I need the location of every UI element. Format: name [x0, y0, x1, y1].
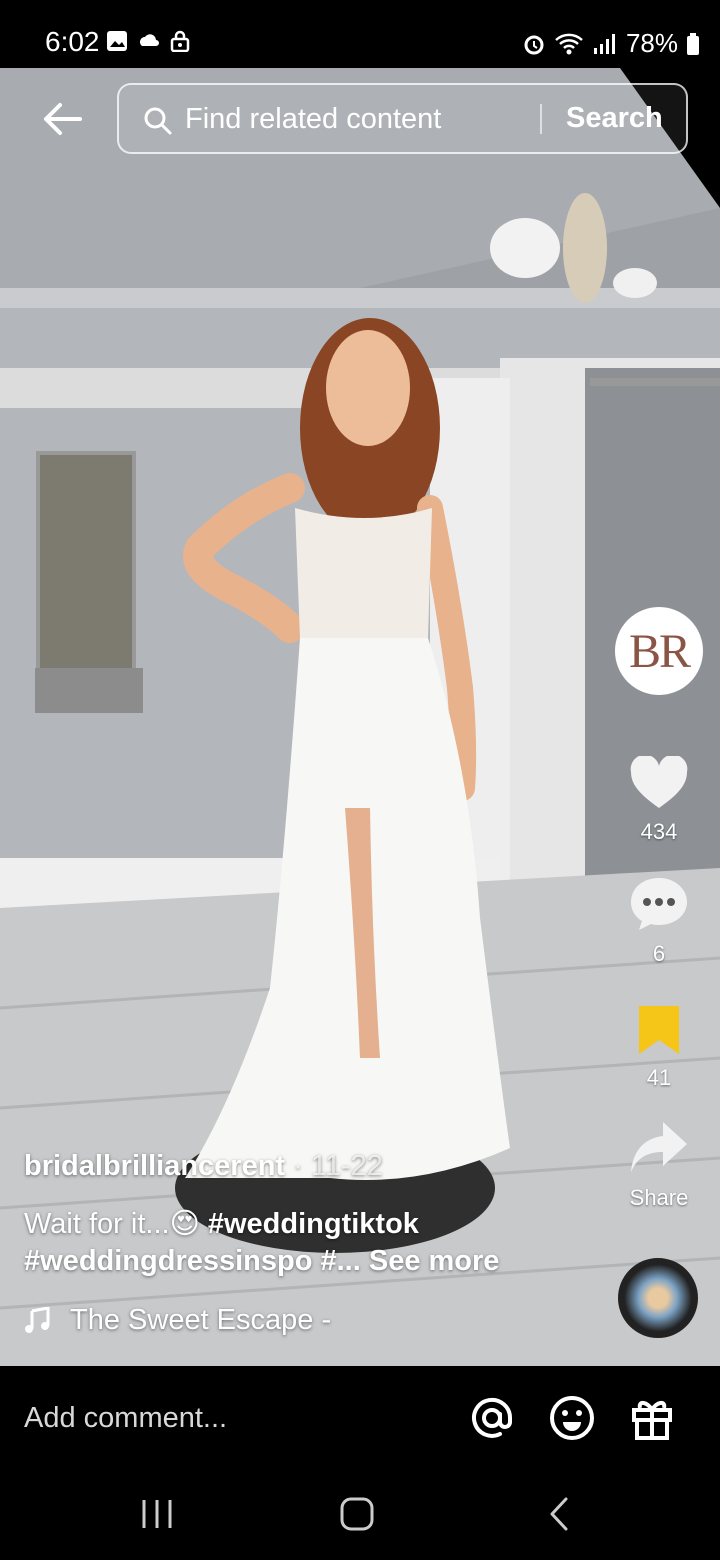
post-caption-line-1: Wait for it...😍 #weddingtiktok [24, 1206, 419, 1241]
hashtag-weddingtiktok[interactable]: #weddingtiktok [200, 1208, 419, 1240]
share-button[interactable]: Share [614, 1120, 704, 1211]
heart-eyes-emoji-icon: 😍 [169, 1208, 200, 1240]
search-bar[interactable]: Find related content Search [117, 83, 688, 154]
status-system-icons: 78% [522, 28, 700, 59]
comment-bubble-icon [631, 878, 687, 930]
alarm-icon [524, 35, 544, 54]
comment-input[interactable]: Add comment... [24, 1402, 227, 1435]
music-disc-avatar[interactable] [618, 1258, 698, 1338]
share-arrow-icon [631, 1122, 687, 1172]
like-count: 434 [640, 819, 678, 844]
search-input[interactable]: Find related content [185, 103, 441, 136]
share-label: Share [629, 1185, 689, 1210]
like-button[interactable]: 434 [614, 754, 704, 845]
gift-icon[interactable] [628, 1394, 676, 1442]
video-player[interactable]: bridalbrilliancerent · 11-22 Wait for it… [0, 68, 720, 1366]
home-icon[interactable] [332, 1494, 382, 1534]
search-divider [540, 104, 542, 134]
battery-percent: 78% [625, 28, 678, 58]
post-date: · 11-22 [285, 1150, 383, 1182]
gallery-icon [107, 31, 127, 51]
signal-icon [593, 33, 615, 54]
caption-text: Wait for it... [24, 1208, 170, 1240]
recent-apps-icon[interactable] [132, 1494, 182, 1534]
emoji-icon[interactable] [548, 1394, 596, 1442]
comment-count: 6 [652, 941, 666, 966]
favorite-button[interactable]: 41 [614, 1004, 704, 1091]
music-title[interactable]: The Sweet Escape - [70, 1304, 331, 1337]
mention-icon[interactable] [468, 1394, 516, 1442]
username-text[interactable]: bridalbrilliancerent [24, 1150, 285, 1182]
battery-icon [687, 32, 699, 55]
system-navigation-bar [0, 1476, 720, 1560]
see-more-link[interactable]: See more [361, 1245, 500, 1277]
creator-avatar-text: BR [628, 624, 691, 678]
lock-icon [170, 30, 190, 52]
bookmark-icon [639, 1006, 679, 1054]
comment-button[interactable]: 6 [614, 876, 704, 967]
music-note-icon [25, 1306, 50, 1333]
back-arrow-icon[interactable] [40, 97, 84, 141]
favorite-count: 41 [646, 1065, 672, 1090]
heart-icon [630, 754, 688, 808]
search-icon [144, 107, 172, 135]
music-row[interactable]: The Sweet Escape - [24, 1304, 331, 1337]
search-button[interactable]: Search [566, 102, 663, 135]
status-time: 6:02 [45, 26, 100, 57]
hashtag-weddingdressinspo[interactable]: #weddingdressinspo #... [24, 1245, 361, 1277]
back-nav-icon[interactable] [534, 1494, 584, 1534]
status-bar: 6:02 78% [0, 0, 720, 68]
creator-avatar[interactable]: BR [615, 607, 703, 695]
status-notification-icons [106, 30, 190, 52]
comment-bar: Add comment... [0, 1366, 720, 1476]
cloud-icon [140, 34, 159, 46]
wifi-icon [555, 33, 583, 54]
post-caption-line-2: #weddingdressinspo #... See more [24, 1245, 499, 1278]
post-username[interactable]: bridalbrilliancerent · 11-22 [24, 1150, 383, 1183]
